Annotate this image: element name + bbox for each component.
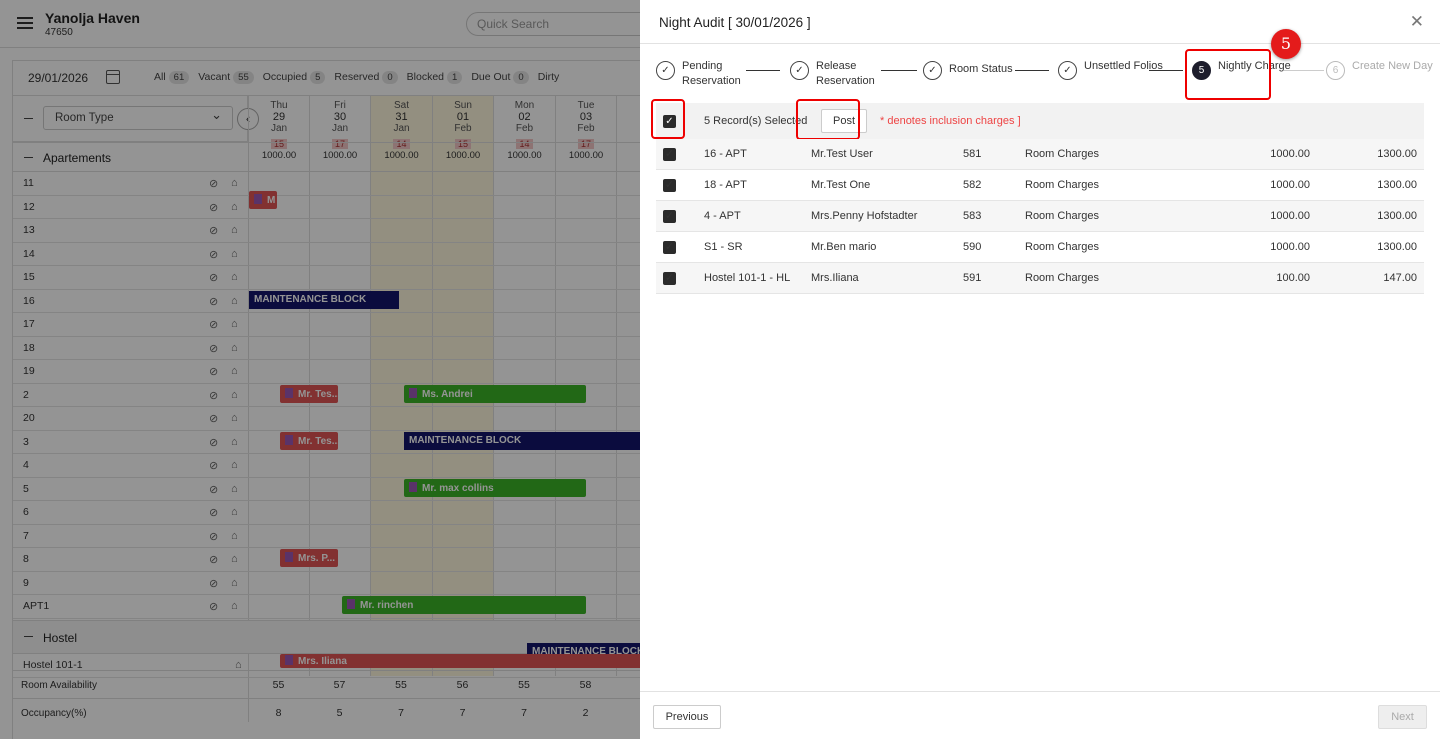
- record-charge: Room Charges: [1025, 148, 1099, 160]
- record-folio: 583: [963, 210, 982, 222]
- divider: [640, 691, 1440, 692]
- record-row[interactable]: ✓ 18 - APT Mr.Test One 582 Room Charges 1000.…: [656, 170, 1424, 201]
- step-label: Release Reservation: [816, 60, 875, 87]
- check-icon: ✓: [790, 61, 809, 80]
- record-row[interactable]: ✓ S1 - SR Mr.Ben mario 590 Room Charges 1000.…: [656, 232, 1424, 263]
- callout-badge: 5: [1271, 29, 1301, 59]
- selected-count: 5 Record(s) Selected: [704, 115, 808, 127]
- selection-bar: ✓ 5 Record(s) Selected Post * denotes in…: [656, 103, 1424, 139]
- close-icon[interactable]: ✕: [1410, 12, 1424, 32]
- step-label: Unsettled Folios: [1084, 60, 1163, 72]
- record-guest: Mr.Test One: [811, 179, 871, 191]
- record-row[interactable]: ✓ Hostel 101-1 - HL Mrs.Iliana 591 Room Char…: [656, 263, 1424, 294]
- record-charge: Room Charges: [1025, 179, 1099, 191]
- record-charge: Room Charges: [1025, 272, 1099, 284]
- record-folio: 581: [963, 148, 982, 160]
- record-guest: Mrs.Iliana: [811, 272, 859, 284]
- record-amount: 1000.00: [1270, 241, 1310, 253]
- next-button[interactable]: Next: [1378, 705, 1427, 729]
- record-room: 18 - APT: [704, 179, 747, 191]
- record-guest: Mr.Test User: [811, 148, 873, 160]
- record-amount: 1000.00: [1270, 179, 1310, 191]
- step-connector: [746, 70, 780, 71]
- step-number: 6: [1326, 61, 1345, 80]
- panel-title: Night Audit [ 30/01/2026 ]: [659, 15, 811, 30]
- check-icon: ✓: [656, 61, 675, 80]
- record-folio: 591: [963, 272, 982, 284]
- check-icon: ✓: [923, 61, 942, 80]
- highlight-post-button: [796, 99, 860, 140]
- record-charge: Room Charges: [1025, 241, 1099, 253]
- modal-backdrop[interactable]: [0, 0, 640, 739]
- record-guest: Mr.Ben mario: [811, 241, 877, 253]
- record-folio: 582: [963, 179, 982, 191]
- record-room: Hostel 101-1 - HL: [704, 272, 791, 284]
- divider: [640, 43, 1440, 44]
- record-total: 1300.00: [1377, 148, 1417, 160]
- row-checkbox[interactable]: ✓: [663, 272, 676, 285]
- record-guest: Mrs.Penny Hofstadter: [811, 210, 918, 222]
- night-audit-panel: Night Audit [ 30/01/2026 ] ✕ ✓ Pending Re…: [640, 0, 1440, 739]
- step-label: Room Status: [949, 63, 1013, 75]
- row-checkbox[interactable]: ✓: [663, 148, 676, 161]
- step-label: Create New Day: [1352, 60, 1433, 72]
- step-connector: [1015, 70, 1049, 71]
- highlight-active-step: [1185, 49, 1271, 100]
- record-total: 147.00: [1383, 272, 1417, 284]
- row-checkbox[interactable]: ✓: [663, 210, 676, 223]
- record-amount: 1000.00: [1270, 148, 1310, 160]
- record-amount: 100.00: [1276, 272, 1310, 284]
- row-checkbox[interactable]: ✓: [663, 179, 676, 192]
- step-connector: [1284, 70, 1324, 71]
- record-amount: 1000.00: [1270, 210, 1310, 222]
- record-row[interactable]: ✓ 16 - APT Mr.Test User 581 Room Charges 1000…: [656, 139, 1424, 170]
- record-room: 4 - APT: [704, 210, 741, 222]
- record-room: S1 - SR: [704, 241, 743, 253]
- record-room: 16 - APT: [704, 148, 747, 160]
- record-total: 1300.00: [1377, 241, 1417, 253]
- check-icon: ✓: [1058, 61, 1077, 80]
- row-checkbox[interactable]: ✓: [663, 241, 676, 254]
- highlight-select-all: [651, 99, 685, 139]
- record-total: 1300.00: [1377, 179, 1417, 191]
- step-connector: [1149, 70, 1183, 71]
- step-connector: [881, 70, 917, 71]
- previous-button[interactable]: Previous: [653, 705, 721, 729]
- step-label: Pending Reservation: [682, 60, 741, 87]
- record-charge: Room Charges: [1025, 210, 1099, 222]
- record-row[interactable]: ✓ 4 - APT Mrs.Penny Hofstadter 583 Room Char…: [656, 201, 1424, 232]
- inclusion-note: * denotes inclusion charges ]: [880, 115, 1021, 127]
- record-folio: 590: [963, 241, 982, 253]
- record-total: 1300.00: [1377, 210, 1417, 222]
